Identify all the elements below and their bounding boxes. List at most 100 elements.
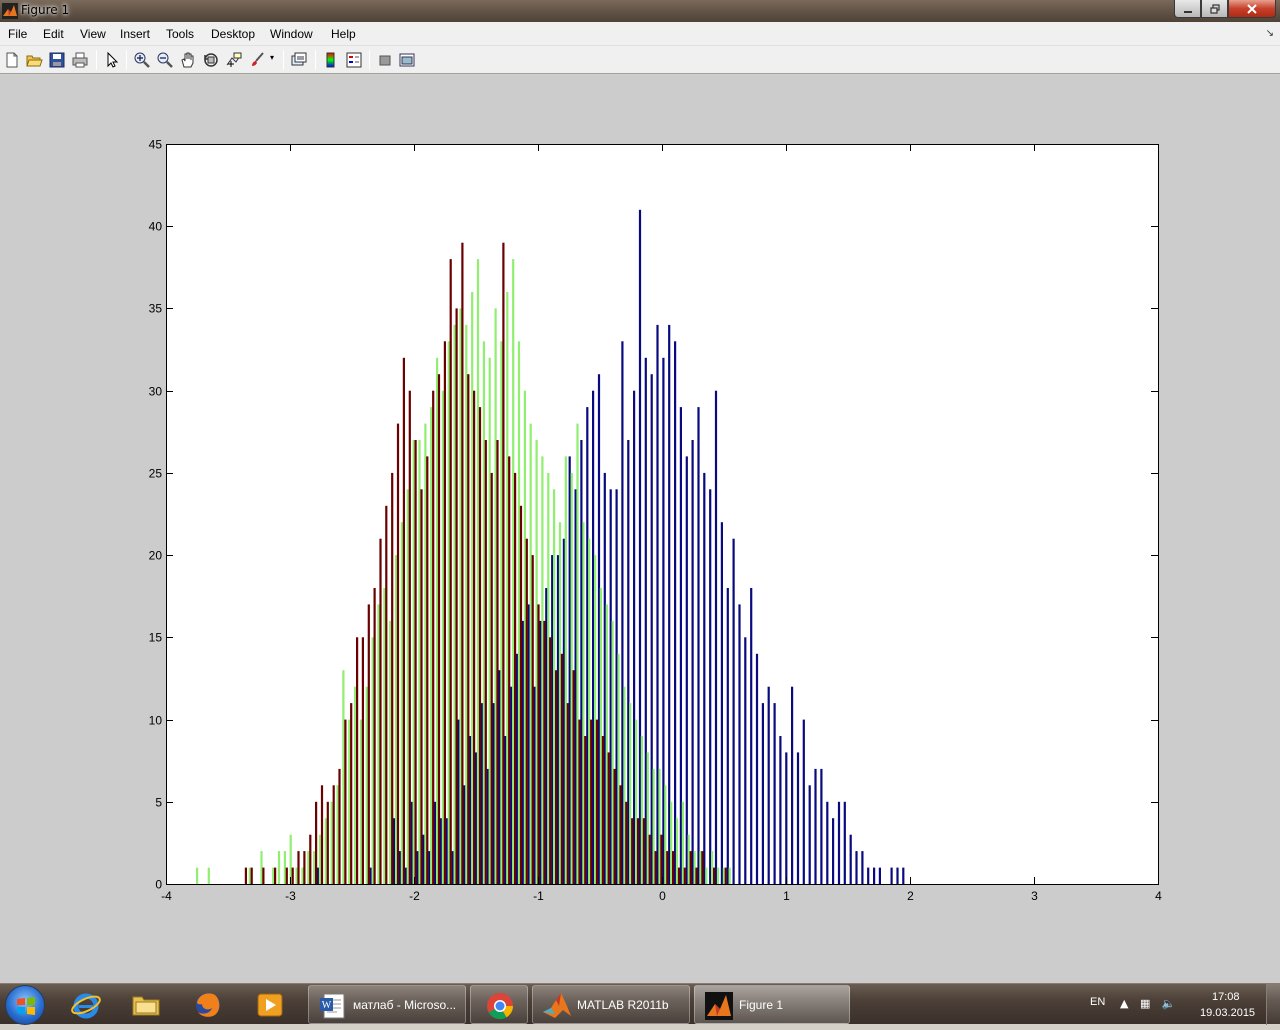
histogram-bar [728, 867, 731, 884]
window-title: Figure 1 [21, 3, 70, 17]
pan-icon[interactable] [179, 51, 197, 69]
menu-file[interactable]: File [8, 27, 27, 41]
histogram-bar [664, 785, 667, 884]
histogram-bar [307, 851, 310, 884]
histogram-bar [558, 522, 562, 884]
show-plot-tools-icon[interactable] [398, 51, 416, 69]
new-figure-icon[interactable] [3, 51, 21, 69]
taskbar-word[interactable]: W матлаб - Microso... [308, 985, 466, 1024]
histogram-bar [695, 867, 698, 884]
zoom-in-icon[interactable] [133, 51, 151, 69]
histogram-bar [342, 670, 345, 884]
show-hidden-icons-icon[interactable]: ▲ [1120, 997, 1128, 1010]
histogram-bar [584, 736, 587, 884]
menu-edit[interactable]: Edit [43, 27, 64, 41]
brush-dropdown-icon[interactable]: ▾ [270, 53, 274, 62]
clock-date[interactable]: 19.03.2015 [1200, 1007, 1255, 1019]
clock-time[interactable]: 17:08 [1212, 991, 1240, 1003]
link-plot-icon[interactable] [290, 51, 308, 69]
volume-icon[interactable]: 🔈 [1162, 997, 1176, 1010]
histogram-bar [662, 357, 665, 884]
brush-icon[interactable] [249, 51, 267, 69]
zoom-out-icon[interactable] [156, 51, 174, 69]
histogram-bar [617, 653, 620, 884]
histogram-chart: -4 -3 -2 -1 0 1 2 3 4 0 5 10 15 20 25 30 35 40 45 [149, 138, 1163, 904]
taskbar-media-player[interactable] [246, 985, 302, 1024]
histogram-bar [469, 736, 472, 884]
taskbar-file-explorer[interactable] [122, 985, 178, 1024]
toolbar-separator [283, 50, 284, 70]
x-tick-label: -4 [161, 889, 172, 903]
menu-desktop[interactable]: Desktop [211, 27, 255, 41]
histogram-bar [761, 703, 764, 884]
histogram-bar [424, 423, 427, 884]
menu-view[interactable]: View [80, 27, 106, 41]
show-desktop-button[interactable] [1266, 984, 1280, 1025]
insert-legend-icon[interactable] [345, 51, 363, 69]
network-icon[interactable]: ▦ [1140, 997, 1150, 1010]
taskbar-internet-explorer[interactable] [62, 985, 118, 1024]
print-icon[interactable] [71, 51, 89, 69]
y-tick-label: 5 [155, 796, 162, 810]
open-file-icon[interactable] [25, 51, 43, 69]
edit-plot-icon[interactable] [103, 51, 121, 69]
hide-plot-tools-icon[interactable] [376, 51, 394, 69]
histogram-bar [640, 736, 643, 884]
y-tick-label: 10 [149, 714, 163, 728]
histogram-bar [701, 851, 704, 884]
tray-icons[interactable]: ▲ ▦ 🔈 [1120, 997, 1176, 1010]
histogram-bar [488, 357, 491, 884]
menu-insert[interactable]: Insert [120, 27, 150, 41]
menu-help[interactable]: Help [331, 27, 356, 41]
histogram-bar [560, 653, 563, 884]
histogram-bar [716, 867, 720, 884]
histogram-bar [260, 851, 263, 884]
histogram-bar [603, 472, 606, 884]
histogram-bar [525, 538, 528, 884]
histogram-bar [878, 867, 881, 884]
histogram-bar [636, 818, 640, 884]
histogram-bar [562, 538, 565, 884]
dock-arrow-icon[interactable]: ↘ [1266, 28, 1274, 39]
histogram-bar [601, 736, 604, 884]
y-tick-label: 35 [149, 302, 163, 316]
histogram-bar [539, 620, 542, 884]
taskbar-matlab[interactable]: MATLAB R2011b [532, 985, 690, 1024]
data-cursor-icon[interactable] [225, 51, 243, 69]
histogram-bar [434, 801, 437, 884]
histogram-bar [365, 686, 368, 884]
firefox-icon [196, 993, 220, 1017]
figure-canvas[interactable]: -4 -3 -2 -1 0 1 2 3 4 0 5 10 15 20 25 30 35 40 45 [0, 75, 1280, 983]
histogram-bar [398, 851, 402, 884]
histogram-bar [389, 620, 392, 884]
histogram-bar [506, 292, 509, 884]
close-button[interactable] [1228, 0, 1276, 18]
taskbar-figure[interactable]: Figure 1 [694, 985, 850, 1024]
histogram-bar [467, 374, 470, 884]
menu-tools[interactable]: Tools [166, 27, 194, 41]
histogram-bar [531, 555, 534, 884]
save-icon[interactable] [48, 51, 66, 69]
histogram-bar [553, 489, 556, 884]
histogram-bar [430, 407, 433, 884]
window-titlebar[interactable]: Figure 1 [0, 0, 1280, 22]
histogram-bar [572, 670, 575, 884]
histogram-bar [420, 489, 423, 884]
histogram-bar [607, 752, 610, 884]
rotate-3d-icon[interactable] [202, 51, 220, 69]
x-tick-label: 0 [659, 889, 666, 903]
minimize-button[interactable] [1174, 0, 1201, 18]
histogram-bar [482, 341, 485, 884]
histogram-bar [478, 407, 482, 884]
histogram-bar [623, 686, 626, 884]
taskbar-firefox[interactable] [184, 985, 240, 1024]
histogram-bar [356, 637, 359, 884]
language-indicator[interactable]: EN [1090, 996, 1105, 1008]
restore-button[interactable] [1201, 0, 1228, 18]
plot-area[interactable] [166, 144, 1158, 884]
start-button[interactable] [5, 985, 45, 1025]
histogram-bar [551, 555, 554, 884]
insert-colorbar-icon[interactable] [322, 51, 340, 69]
menu-window[interactable]: Window [270, 27, 313, 41]
taskbar-chrome[interactable] [470, 985, 528, 1024]
